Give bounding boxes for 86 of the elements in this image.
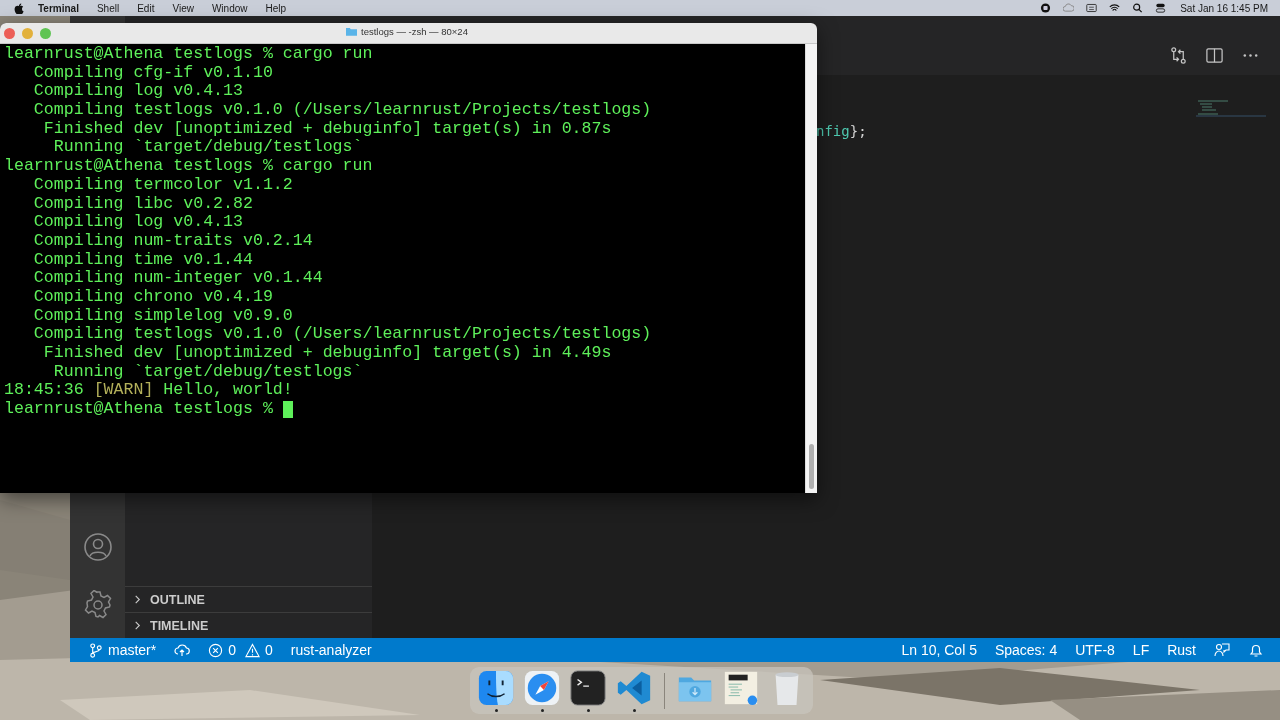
chevron-icon xyxy=(133,621,142,630)
shell-command: cargo run xyxy=(282,45,373,64)
shell-prompt: learnrust@Athena testlogs % xyxy=(4,157,273,176)
cargo-status: Compiling xyxy=(32,325,124,344)
cargo-output: num-traits v0.2.14 xyxy=(133,231,313,251)
cargo-status: Compiling xyxy=(32,287,124,307)
menu-item[interactable]: Help xyxy=(265,2,287,14)
cargo-output: `target/debug/testlogs` xyxy=(133,138,363,158)
cargo-output: simplelog v0.9.0 xyxy=(133,306,293,326)
search-icon[interactable] xyxy=(1132,3,1144,13)
menu-item[interactable]: View xyxy=(172,2,194,14)
minimap-drawing xyxy=(1196,99,1266,119)
cargo-output: testlogs v0.1.0 (/Users/learnrust/Projects/testlogs) xyxy=(133,101,652,120)
branch-icon xyxy=(88,642,103,658)
menu-item[interactable]: Shell xyxy=(96,2,120,14)
cargo-status: Compiling xyxy=(32,213,124,232)
cargo-status: Compiling xyxy=(32,250,124,270)
bell-icon[interactable] xyxy=(1248,642,1264,658)
cargo-output: log v0.4.13 xyxy=(133,82,243,102)
cargo-status: Compiling xyxy=(32,63,124,83)
cargo-output: libc v0.2.82 xyxy=(133,194,253,214)
folder-icon xyxy=(346,27,357,36)
record-icon[interactable] xyxy=(1040,3,1052,13)
cargo-status: Compiling xyxy=(32,306,124,326)
compare-icon[interactable] xyxy=(1169,46,1188,65)
cargo-status: Running xyxy=(52,362,124,382)
cargo-status: Compiling xyxy=(32,101,124,120)
log-level: [WARN] xyxy=(93,381,154,401)
cargo-output: dev [unoptimized + debuginfo] target(s) in 0.87s xyxy=(133,119,612,139)
menu-item[interactable]: Edit xyxy=(137,2,155,14)
log-message: Hello, world! xyxy=(163,381,293,401)
terminal-icon[interactable] xyxy=(569,669,607,707)
cargo-status: Finished xyxy=(42,119,124,139)
cargo-output: log v0.4.13 xyxy=(133,213,243,232)
wifi-icon[interactable] xyxy=(1109,3,1121,13)
status-item[interactable]: LF xyxy=(1132,642,1150,658)
menu-bar-clock[interactable]: Sat Jan 16 1:45 PM xyxy=(1180,2,1268,14)
apple-icon[interactable] xyxy=(14,2,24,14)
cargo-status: Running xyxy=(52,138,124,158)
status-item[interactable]: rust-analyzer xyxy=(290,642,372,658)
branch-status[interactable]: master* xyxy=(88,642,157,658)
cargo-output: dev [unoptimized + debuginfo] target(s) in 4.49s xyxy=(133,344,612,363)
window-title: testlogs — -zsh — 80×24 xyxy=(361,26,468,37)
problems-status[interactable]: 0 0 xyxy=(208,642,273,658)
cargo-output: cfg-if v0.1.10 xyxy=(133,63,273,83)
settings-icon[interactable] xyxy=(82,590,113,620)
cargo-output: time v0.1.44 xyxy=(133,250,253,270)
finder-icon[interactable] xyxy=(477,669,515,707)
document-icon[interactable] xyxy=(722,669,760,707)
cargo-status: Finished xyxy=(42,344,124,363)
cargo-status: Compiling xyxy=(32,269,124,288)
status-item[interactable]: Spaces: 4 xyxy=(994,642,1058,658)
keyboard-icon[interactable] xyxy=(1086,3,1098,13)
log-time: 18:45:36 xyxy=(4,381,84,401)
menu-item[interactable]: Window xyxy=(211,2,248,14)
shell-prompt: learnrust@Athena testlogs % xyxy=(4,400,273,419)
app-menu[interactable]: Terminal xyxy=(38,2,79,14)
shell-prompt: learnrust@Athena testlogs % xyxy=(4,45,273,64)
cloud-upload-icon[interactable] xyxy=(174,642,191,658)
cargo-output: chrono v0.4.19 xyxy=(133,287,273,307)
code-token: nfig xyxy=(816,123,850,139)
shell-command: cargo run xyxy=(282,157,373,176)
code-editor-icon[interactable] xyxy=(615,669,653,707)
toggles-icon[interactable] xyxy=(1155,3,1167,13)
sidebar-section-header[interactable]: OUTLINE xyxy=(125,586,372,612)
cargo-output: termcolor v1.1.2 xyxy=(133,175,293,195)
cargo-output: `target/debug/testlogs` xyxy=(133,362,363,382)
feedback-icon[interactable] xyxy=(1214,642,1230,658)
cargo-status: Compiling xyxy=(32,231,124,251)
status-item[interactable]: Ln 10, Col 5 xyxy=(901,642,977,658)
error-icon xyxy=(208,642,224,658)
status-item[interactable]: Rust xyxy=(1167,642,1196,658)
chevron-icon xyxy=(133,595,142,604)
cargo-status: Compiling xyxy=(32,194,124,214)
compass-icon[interactable] xyxy=(523,669,561,707)
cargo-status: Compiling xyxy=(32,175,124,195)
cargo-status: Compiling xyxy=(32,82,124,102)
code-token: }; xyxy=(849,123,867,139)
split-editor-icon[interactable] xyxy=(1205,46,1224,65)
warning-icon xyxy=(245,642,261,658)
account-icon[interactable] xyxy=(82,532,113,562)
close-icon[interactable] xyxy=(4,27,15,39)
scrollbar[interactable] xyxy=(805,44,817,493)
cargo-output: testlogs v0.1.0 (/Users/learnrust/Projects/testlogs) xyxy=(133,325,652,344)
status-item[interactable]: UTF-8 xyxy=(1075,642,1115,658)
cargo-output: num-integer v0.1.44 xyxy=(133,269,323,288)
